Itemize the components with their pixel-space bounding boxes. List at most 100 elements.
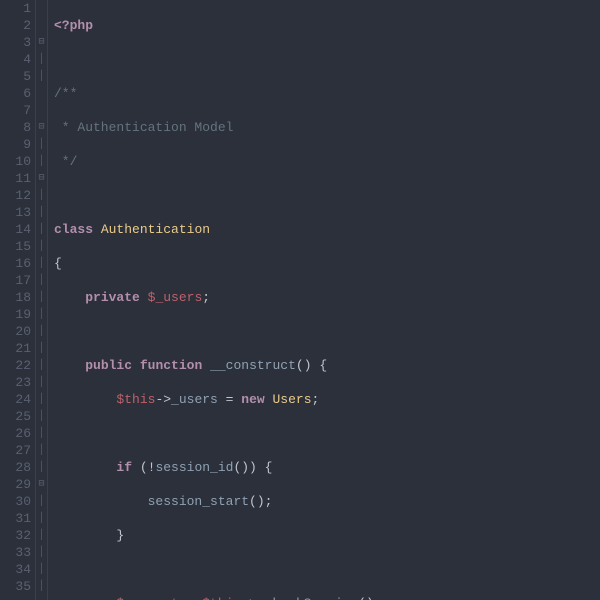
line-number: 28 <box>0 459 35 476</box>
code-line[interactable]: if (!session_id()) { <box>54 459 600 476</box>
fold-guide: │ <box>36 374 47 391</box>
code-line[interactable]: { <box>54 255 600 272</box>
code-line[interactable]: } <box>54 527 600 544</box>
function-call: session_start <box>148 494 249 509</box>
variable: $account <box>116 596 178 600</box>
keyword: private <box>85 290 140 305</box>
line-number: 31 <box>0 510 35 527</box>
line-number: 29 <box>0 476 35 493</box>
code-line[interactable]: session_start(); <box>54 493 600 510</box>
fold-guide: │ <box>36 391 47 408</box>
line-number: 24 <box>0 391 35 408</box>
fold-toggle-icon[interactable]: ⊟ <box>36 476 47 493</box>
line-number: 1 <box>0 0 35 17</box>
method-call: _checkSession <box>257 596 358 600</box>
variable: $this <box>202 596 241 600</box>
code-line[interactable]: */ <box>54 153 600 170</box>
fold-guide: │ <box>36 527 47 544</box>
comment: * Authentication Model <box>54 120 233 135</box>
fold-guide: │ <box>36 578 47 595</box>
code-editor: 1234567891011121314151617181920212223242… <box>0 0 600 600</box>
line-number: 19 <box>0 306 35 323</box>
fold-guide: │ <box>36 187 47 204</box>
class-name: Authentication <box>101 222 210 237</box>
code-line[interactable] <box>54 323 600 340</box>
fold-guide: │ <box>36 255 47 272</box>
fold-guide: │ <box>36 442 47 459</box>
keyword: new <box>241 392 264 407</box>
php-tag: <?php <box>54 18 93 33</box>
fold-toggle-icon[interactable]: ⊟ <box>36 119 47 136</box>
line-number: 15 <box>0 238 35 255</box>
line-number: 7 <box>0 102 35 119</box>
line-number: 6 <box>0 85 35 102</box>
brace: { <box>54 256 62 271</box>
fold-guide: │ <box>36 561 47 578</box>
line-number: 5 <box>0 68 35 85</box>
line-number: 22 <box>0 357 35 374</box>
variable: $_users <box>148 290 203 305</box>
fold-toggle-icon[interactable]: ⊟ <box>36 170 47 187</box>
line-number: 4 <box>0 51 35 68</box>
line-number: 12 <box>0 187 35 204</box>
line-number: 32 <box>0 527 35 544</box>
fold-guide: │ <box>36 357 47 374</box>
fold-guide: │ <box>36 340 47 357</box>
line-number: 30 <box>0 493 35 510</box>
fold-guide: │ <box>36 493 47 510</box>
code-line[interactable] <box>54 51 600 68</box>
code-line[interactable]: $account = $this->_checkSession(); <box>54 595 600 600</box>
fold-guide: │ <box>36 544 47 561</box>
fold-guide <box>36 85 47 102</box>
line-number: 9 <box>0 136 35 153</box>
line-number: 13 <box>0 204 35 221</box>
comment: /** <box>54 86 77 101</box>
function-name: __construct <box>210 358 296 373</box>
line-number: 20 <box>0 323 35 340</box>
fold-guide: │ <box>36 153 47 170</box>
line-number: 33 <box>0 544 35 561</box>
function-call: session_id <box>155 460 233 475</box>
line-number: 27 <box>0 442 35 459</box>
code-line[interactable]: class Authentication <box>54 221 600 238</box>
line-number: 2 <box>0 17 35 34</box>
line-number: 35 <box>0 578 35 595</box>
line-number: 17 <box>0 272 35 289</box>
fold-guide: │ <box>36 221 47 238</box>
fold-guide: │ <box>36 136 47 153</box>
code-line[interactable]: public function __construct() { <box>54 357 600 374</box>
line-number: 3 <box>0 34 35 51</box>
line-number: 25 <box>0 408 35 425</box>
code-line[interactable] <box>54 187 600 204</box>
keyword: class <box>54 222 93 237</box>
line-number: 21 <box>0 340 35 357</box>
code-line[interactable] <box>54 561 600 578</box>
fold-guide: │ <box>36 425 47 442</box>
fold-toggle-icon[interactable]: ⊟ <box>36 34 47 51</box>
line-number: 10 <box>0 153 35 170</box>
line-number: 18 <box>0 289 35 306</box>
line-number: 14 <box>0 221 35 238</box>
fold-guide: │ <box>36 238 47 255</box>
code-line[interactable]: $this->_users = new Users; <box>54 391 600 408</box>
keyword: if <box>116 460 132 475</box>
comment: */ <box>54 154 77 169</box>
fold-guide: │ <box>36 408 47 425</box>
fold-guide: │ <box>36 51 47 68</box>
fold-guide <box>36 0 47 17</box>
fold-guide: │ <box>36 204 47 221</box>
line-number: 11 <box>0 170 35 187</box>
line-number: 34 <box>0 561 35 578</box>
code-line[interactable] <box>54 425 600 442</box>
code-line[interactable]: private $_users; <box>54 289 600 306</box>
code-line[interactable]: * Authentication Model <box>54 119 600 136</box>
fold-column: ⊟││⊟││⊟│││││││││││││││││⊟││││││ <box>36 0 48 600</box>
line-number: 8 <box>0 119 35 136</box>
code-area[interactable]: <?php /** * Authentication Model */ clas… <box>48 0 600 600</box>
fold-guide: │ <box>36 459 47 476</box>
fold-guide: │ <box>36 289 47 306</box>
code-line[interactable]: <?php <box>54 17 600 34</box>
line-number: 23 <box>0 374 35 391</box>
code-line[interactable]: /** <box>54 85 600 102</box>
fold-guide: │ <box>36 68 47 85</box>
